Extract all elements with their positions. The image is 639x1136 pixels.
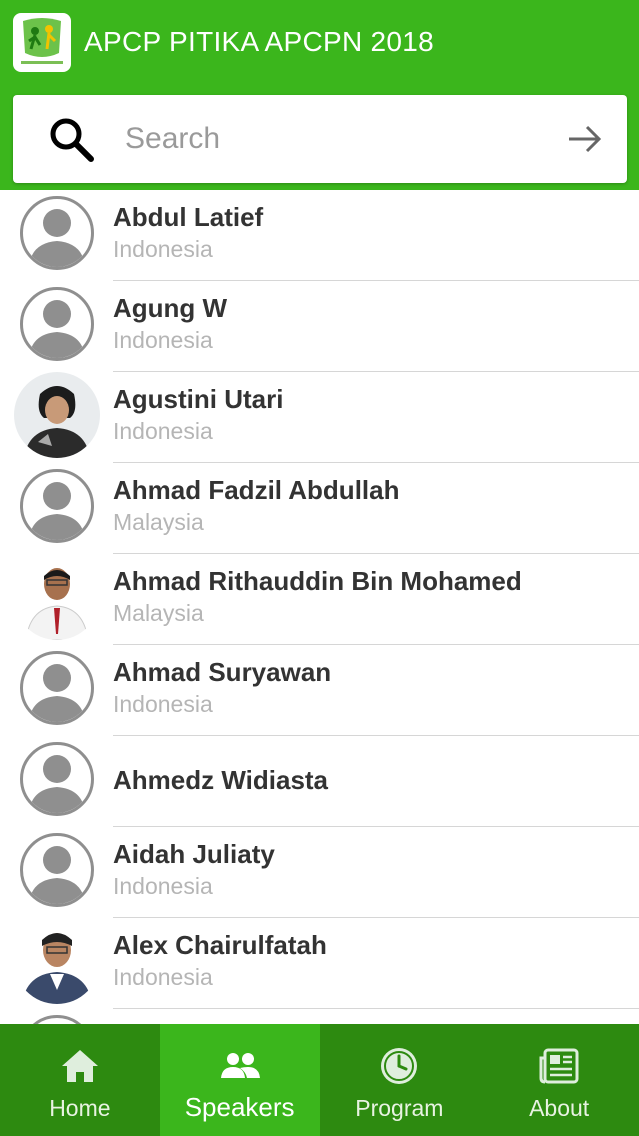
speaker-name: Ahmad Fadzil Abdullah	[113, 475, 400, 505]
speaker-row[interactable]: Alex Chairulfatah Indonesia	[0, 918, 639, 1009]
nav-about[interactable]: About	[479, 1024, 639, 1136]
speaker-row[interactable]: Ahmad Suryawan Indonesia	[0, 645, 639, 736]
speaker-name: Aidah Juliaty	[113, 839, 275, 869]
speaker-country: Indonesia	[113, 327, 213, 353]
speaker-name: Ahmad Suryawan	[113, 657, 332, 687]
speaker-row[interactable]: Agustini Utari Indonesia	[0, 372, 639, 463]
avatar	[14, 372, 100, 458]
speaker-row[interactable]: Agung W Indonesia	[0, 281, 639, 372]
nav-about-label: About	[529, 1095, 590, 1121]
speaker-row[interactable]: Aidah Juliaty Indonesia	[0, 827, 639, 918]
speaker-name: Alex Chairulfatah	[113, 930, 327, 960]
avatar	[20, 1015, 94, 1024]
search-icon[interactable]	[47, 115, 95, 163]
avatar	[20, 833, 94, 907]
newspaper-icon	[539, 1048, 579, 1084]
speaker-row[interactable]: Abdul Latief Indonesia	[0, 190, 639, 281]
app-logo	[13, 13, 71, 72]
avatar	[14, 554, 100, 640]
avatar	[20, 469, 94, 543]
search-input[interactable]	[125, 115, 545, 163]
app-title: APCP PITIKA APCPN 2018	[84, 26, 435, 57]
speaker-row[interactable]: Ahmad Rithauddin Bin Mohamed Malaysia	[0, 554, 639, 645]
speaker-country: Malaysia	[113, 600, 204, 626]
home-icon	[61, 1050, 98, 1082]
arrow-right-icon[interactable]	[565, 119, 605, 159]
nav-program-label: Program	[355, 1095, 444, 1121]
avatar	[20, 287, 94, 361]
nav-home-label: Home	[49, 1095, 111, 1121]
avatar	[20, 651, 94, 725]
speaker-country: Indonesia	[113, 873, 213, 899]
speaker-row[interactable]: Ahmad Fadzil Abdullah Malaysia	[0, 463, 639, 554]
nav-speakers[interactable]: Speakers	[159, 1024, 320, 1136]
clock-icon	[381, 1048, 418, 1084]
avatar	[20, 196, 94, 270]
speaker-name: Agustini Utari	[113, 384, 284, 414]
nav-speakers-label: Speakers	[184, 1092, 295, 1122]
speaker-country: Indonesia	[113, 691, 213, 717]
avatar	[20, 742, 94, 816]
bottom-navigation: Home Speakers Program About	[0, 1024, 639, 1136]
speaker-country: Indonesia	[113, 418, 213, 444]
speaker-name: Abdul Latief	[113, 202, 264, 232]
speaker-country: Malaysia	[113, 509, 204, 535]
speaker-name: Ahmedz Widiasta	[113, 765, 329, 795]
speaker-name: Agung W	[113, 293, 228, 323]
avatar	[14, 918, 100, 1004]
speaker-row[interactable]: Ahmedz Widiasta	[0, 736, 639, 827]
speaker-country: Indonesia	[113, 964, 213, 990]
nav-home[interactable]: Home	[0, 1024, 160, 1136]
people-icon	[220, 1053, 260, 1078]
nav-program[interactable]: Program	[320, 1024, 480, 1136]
app-bar: APCP PITIKA APCPN 2018	[0, 0, 639, 190]
speaker-name: Ahmad Rithauddin Bin Mohamed	[113, 566, 522, 596]
speaker-country: Indonesia	[113, 236, 213, 262]
speaker-list[interactable]: Abdul Latief Indonesia Agung W Indonesia…	[0, 190, 639, 1024]
search-bar[interactable]	[13, 95, 627, 183]
speaker-row[interactable]	[0, 1009, 639, 1024]
